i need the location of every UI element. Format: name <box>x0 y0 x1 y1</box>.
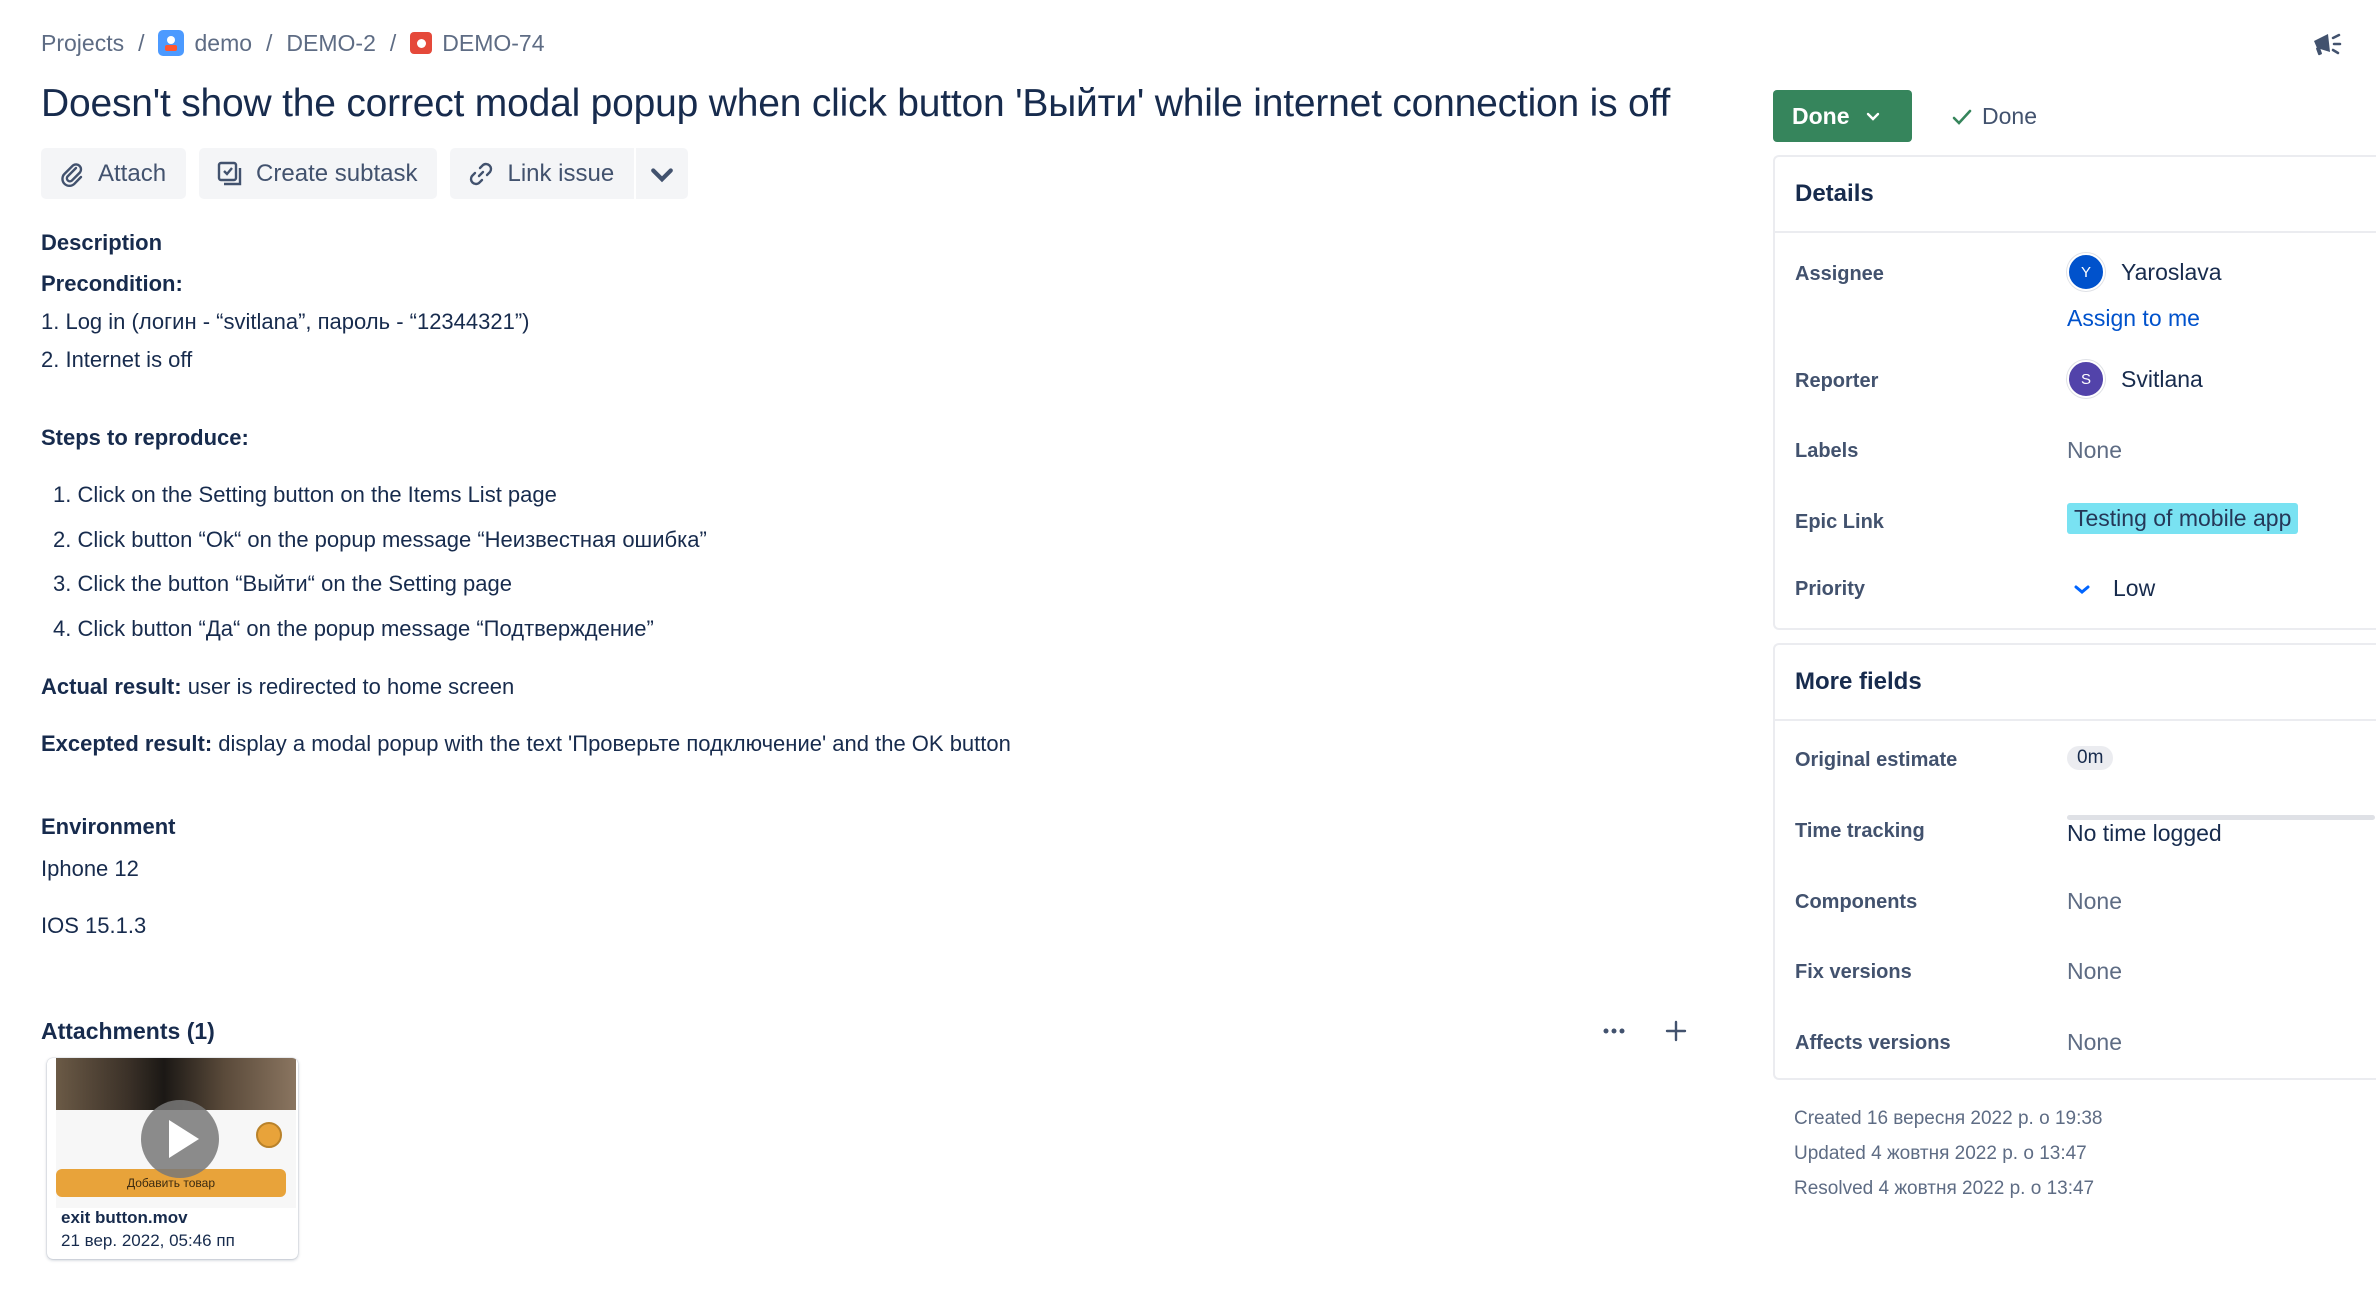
original-estimate-field[interactable]: 0m <box>2067 746 2114 770</box>
avatar: Y <box>2067 253 2105 291</box>
details-panel: Details Assignee Y Yaroslava Assign to m… <box>1773 155 2376 630</box>
breadcrumb-project[interactable]: demo <box>158 30 252 57</box>
attachment-thumbnail: Добавить товар <box>56 1058 296 1208</box>
epic-link-field[interactable]: Testing of mobile app <box>2067 503 2299 534</box>
fix-versions-field[interactable]: None <box>2067 958 2122 985</box>
more-actions-button[interactable] <box>636 148 688 199</box>
environment-device[interactable]: Iphone 12 <box>41 856 139 882</box>
attachment-file-name: exit button.mov <box>61 1208 188 1227</box>
chevron-down-icon <box>651 167 674 182</box>
resolved-date: Resolved 4 жовтня 2022 р. о 13:47 <box>1794 1178 2095 1199</box>
more-fields-heading[interactable]: More fields <box>1775 645 2376 721</box>
components-field[interactable]: None <box>2067 888 2122 915</box>
link-issue-group: Link issue <box>450 148 689 199</box>
issue-toolbar: Attach Create subtask Link issue <box>41 148 689 199</box>
priority-low-icon <box>2074 585 2090 594</box>
assign-to-me-link[interactable]: Assign to me <box>2067 305 2200 332</box>
breadcrumb-parent[interactable]: DEMO-2 <box>286 30 375 57</box>
reporter-field[interactable]: S Svitlana <box>2067 360 2203 398</box>
attachments-heading: Attachments (1) <box>41 1018 215 1044</box>
reporter-name: Svitlana <box>2121 365 2203 392</box>
labels-field[interactable]: None <box>2067 437 2122 464</box>
assignee-name: Yaroslava <box>2121 258 2222 285</box>
attachment-card[interactable]: Добавить товар exit button.mov 21 вер. 2… <box>47 1058 298 1259</box>
affects-versions-label: Affects versions <box>1795 1032 1951 1054</box>
megaphone-icon[interactable] <box>2308 26 2344 62</box>
precondition-item: 1. Log in (логин - “svitlana”, пароль - … <box>41 309 530 334</box>
details-heading[interactable]: Details <box>1775 157 2376 233</box>
issue-title[interactable]: Doesn't show the correct modal popup whe… <box>41 82 1670 126</box>
more-icon[interactable] <box>1596 1013 1632 1049</box>
plus-icon[interactable] <box>1658 1013 1694 1049</box>
estimate-badge: 0m <box>2067 746 2114 770</box>
reporter-label: Reporter <box>1795 370 1879 392</box>
resolution: Done <box>1950 103 2037 130</box>
environment-os[interactable]: IOS 15.1.3 <box>41 913 146 939</box>
step-item: 2. Click button “Ok“ on the popup messag… <box>53 527 707 552</box>
precondition-label: Precondition: <box>41 271 183 296</box>
time-tracking-value[interactable]: No time logged <box>2067 820 2222 847</box>
step-item: 3. Click the button “Выйти“ on the Setti… <box>53 571 512 596</box>
actual-result-label: Actual result: <box>41 674 182 699</box>
breadcrumb-separator: / <box>389 29 397 56</box>
created-date: Created 16 вересня 2022 р. о 19:38 <box>1794 1108 2103 1129</box>
actual-result-text: user is redirected to home screen <box>181 674 515 699</box>
updated-date: Updated 4 жовтня 2022 р. о 13:47 <box>1794 1143 2087 1164</box>
priority-value: Low <box>2113 575 2156 601</box>
resolution-label: Done <box>1982 103 2037 129</box>
labels-label: Labels <box>1795 440 1859 462</box>
step-item: 1. Click on the Setting button on the It… <box>53 482 557 507</box>
attach-button[interactable]: Attach <box>41 148 187 199</box>
components-label: Components <box>1795 891 1918 913</box>
check-icon <box>1952 109 1972 125</box>
assignee-field[interactable]: Y Yaroslava <box>2067 253 2222 291</box>
actual-result: Actual result: user is redirected to hom… <box>41 674 514 700</box>
more-fields-panel: More fields Original estimate 0m Time tr… <box>1773 643 2376 1080</box>
priority-field[interactable]: Low <box>2067 575 2155 602</box>
description-heading: Description <box>41 230 163 255</box>
epic-link-label: Epic Link <box>1795 511 1884 533</box>
status-dropdown-button[interactable]: Done <box>1773 90 1912 142</box>
attach-label: Attach <box>98 159 167 187</box>
breadcrumb-separator: / <box>266 29 273 56</box>
breadcrumb-projects[interactable]: Projects <box>41 30 124 57</box>
chevron-down-icon <box>1866 112 1879 121</box>
link-icon <box>470 162 493 185</box>
breadcrumb-issue[interactable]: DEMO-74 <box>410 29 545 57</box>
link-issue-button[interactable]: Link issue <box>450 148 634 199</box>
expected-result: Excepted result: display a modal popup w… <box>41 731 1011 757</box>
expected-result-text: display a modal popup with the text 'Про… <box>212 731 1011 756</box>
step-item: 4. Click button “Да“ on the popup messag… <box>53 616 654 641</box>
expected-result-label: Excepted result: <box>41 731 213 756</box>
status-label: Done <box>1792 102 1850 129</box>
fix-versions-label: Fix versions <box>1795 961 1912 983</box>
assignee-label: Assignee <box>1795 263 1884 285</box>
subtask-icon <box>217 161 242 185</box>
precondition-item: 2. Internet is off <box>41 347 193 372</box>
steps-label: Steps to reproduce: <box>41 425 249 450</box>
breadcrumb: Projects / demo / DEMO-2 / DEMO-74 <box>41 27 545 59</box>
play-icon[interactable] <box>141 1100 219 1178</box>
priority-label: Priority <box>1795 578 1866 600</box>
time-tracking-label: Time tracking <box>1795 820 1925 842</box>
breadcrumb-separator: / <box>138 29 145 56</box>
attachment-file-date: 21 вер. 2022, 05:46 пп <box>61 1231 235 1250</box>
create-subtask-button[interactable]: Create subtask <box>199 148 438 199</box>
project-avatar-icon <box>158 30 185 56</box>
breadcrumb-project-label: demo <box>194 29 253 56</box>
environment-heading: Environment <box>41 814 176 839</box>
breadcrumb-issue-key: DEMO-74 <box>442 29 545 56</box>
avatar: S <box>2067 360 2105 398</box>
bug-icon <box>410 32 433 54</box>
epic-lozenge: Testing of mobile app <box>2067 503 2299 534</box>
paperclip-icon <box>61 162 83 187</box>
original-estimate-label: Original estimate <box>1795 749 1958 771</box>
attachments-actions <box>1596 1013 1694 1049</box>
affects-versions-field[interactable]: None <box>2067 1029 2122 1056</box>
link-issue-label: Link issue <box>507 159 615 187</box>
create-subtask-label: Create subtask <box>256 159 418 187</box>
thumbnail-badge <box>256 1122 282 1148</box>
